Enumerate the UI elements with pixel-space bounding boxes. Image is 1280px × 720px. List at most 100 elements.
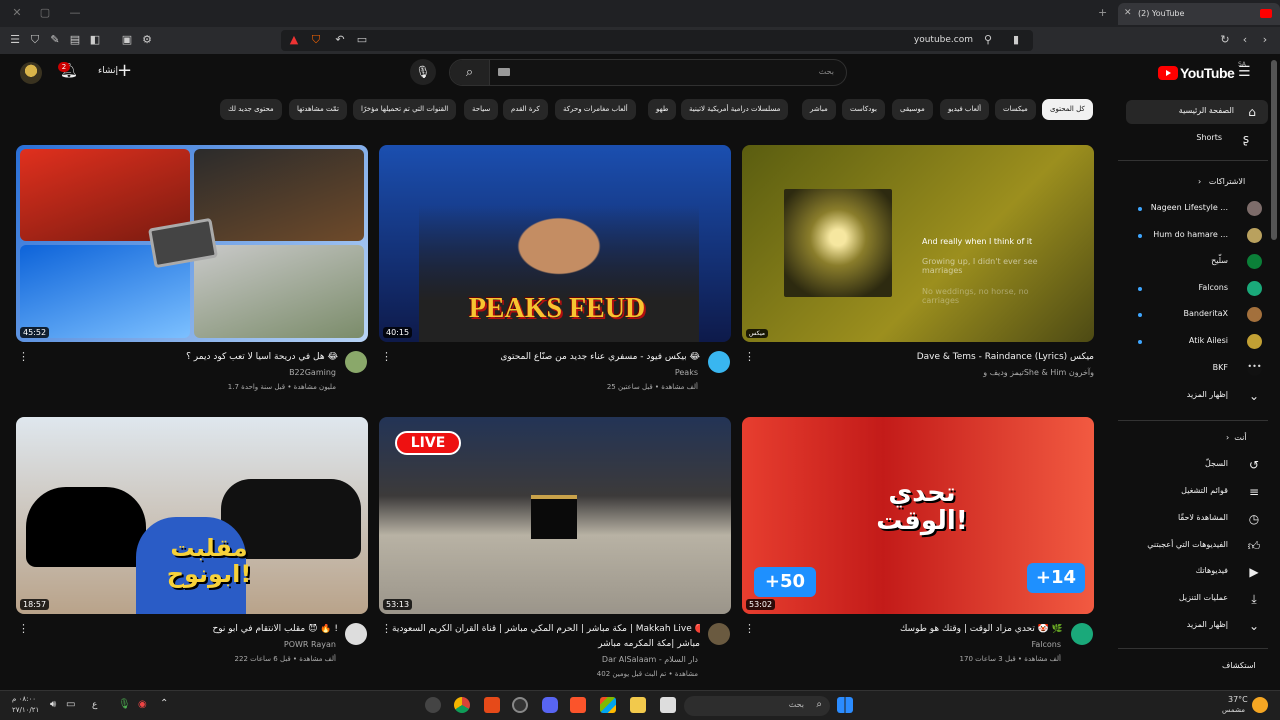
channel-name[interactable]: Peaks — [392, 368, 698, 377]
puzzle-icon[interactable]: ⚙ — [140, 33, 154, 47]
search-button[interactable]: ⌕ — [450, 60, 490, 85]
brave-shield-icon[interactable]: ⛉ — [309, 33, 323, 47]
windows-start-icon[interactable] — [837, 697, 853, 713]
video-title[interactable]: Dave & Tems - Raindance (Lyrics) ميكس — [760, 352, 1094, 362]
weather-desc[interactable]: مشمس — [1222, 706, 1245, 714]
back-icon[interactable]: ‹ — [1238, 33, 1252, 47]
sidebar-item-subscription[interactable]: BKF ••• — [1126, 357, 1268, 381]
cast-icon[interactable]: ▭ — [355, 33, 369, 47]
more-actions-icon[interactable]: ⋮ — [381, 350, 392, 363]
chip-live[interactable]: مباشر — [802, 99, 836, 120]
guide-menu-icon[interactable]: ☰ — [1238, 64, 1251, 80]
video-title[interactable]: مقلب الانتقام في ابو نوح 😈 🔥 ! — [30, 624, 338, 634]
taskbar-search[interactable]: بحث ⌕ — [684, 696, 830, 716]
sidebar-item-history[interactable]: السجلّ ↺ — [1126, 453, 1268, 477]
chip-travel[interactable]: سياحة — [464, 99, 499, 120]
chip-all[interactable]: كل المحتوى — [1042, 99, 1093, 120]
brave-rewards-icon[interactable]: ▲ — [287, 33, 301, 47]
browser-tab[interactable]: ✕ (2) YouTube — [1118, 3, 1280, 25]
clock-date[interactable]: ٢٧/١٠/٢١ — [12, 706, 39, 714]
tabs-icon[interactable]: ▤ — [68, 33, 82, 47]
address-bar[interactable]: ▲ ⛉ ↶ ▭ youtube.com ⚲ — [281, 30, 1033, 51]
site-settings-icon[interactable]: ⚲ — [981, 33, 995, 47]
chip-mixes[interactable]: ميكسات — [995, 99, 1036, 120]
sidebar-item-your-videos[interactable]: فيديوهاتك ▶ — [1126, 560, 1268, 584]
weather-temp[interactable]: 37°C — [1228, 695, 1248, 704]
sidebar-item-subscription[interactable]: سلّيح — [1126, 250, 1268, 274]
sidebar-item-home[interactable]: الصفحة الرئيسية ⌂ — [1126, 100, 1268, 124]
app-icon[interactable] — [512, 697, 528, 713]
mic-tray-icon[interactable]: 🎙︎ — [118, 699, 131, 710]
sidebar-item-subscription[interactable]: Falcons — [1126, 277, 1268, 301]
volume-icon[interactable]: 🔊︎ — [50, 699, 56, 710]
chip-recently-uploaded[interactable]: القنوات التي تم تحميلها مؤخرًا — [353, 99, 457, 120]
chip-gaming[interactable]: ألعاب فيديو — [940, 99, 990, 120]
chip-football[interactable]: كرة القدم — [503, 99, 548, 120]
video-thumbnail[interactable]: مقلبت ابونوح! 18:57 — [16, 417, 368, 614]
scrollbar[interactable] — [1271, 60, 1277, 240]
forward-icon[interactable]: › — [1258, 33, 1272, 47]
restore-window-icon[interactable]: ▢ — [38, 6, 52, 20]
chrome-app-icon[interactable] — [454, 697, 470, 713]
sidebar-item-watch-later[interactable]: المشاهدة لاحقًا ◷ — [1126, 507, 1268, 531]
menu-icon[interactable]: ☰ — [8, 33, 22, 47]
clock-time[interactable]: ٠٨:٠٠ م — [12, 695, 36, 703]
channel-avatar[interactable] — [708, 623, 730, 645]
chip-action-adventure[interactable]: ألعاب مغامرات وحركة — [555, 99, 636, 120]
voice-search-mic-icon[interactable]: 🎙︎ — [410, 59, 436, 85]
sidebar-show-more-you[interactable]: إظهار المزيد ⌄ — [1126, 614, 1268, 638]
sidebar-show-more[interactable]: إظهار المزيد ⌄ — [1126, 384, 1268, 408]
sidebar-item-subscription[interactable]: BanderitaX — [1126, 303, 1268, 327]
account-avatar[interactable] — [20, 62, 42, 84]
video-thumbnail[interactable]: 45:52 — [16, 145, 368, 342]
sidebar-item-subscription[interactable]: Nageen Lifestyle ... — [1126, 197, 1268, 221]
bookmark-icon[interactable]: ▮ — [1009, 33, 1023, 47]
app-icon[interactable] — [484, 697, 500, 713]
sidebar-icon[interactable]: ◧ — [88, 33, 102, 47]
extension-icon[interactable]: ✎ — [48, 33, 62, 47]
channel-name[interactable]: تيمز وديف وShe & Him وآخرون — [760, 368, 1094, 377]
channel-name[interactable]: Falcons — [755, 640, 1061, 649]
store-app-icon[interactable] — [600, 697, 616, 713]
chevron-up-icon[interactable]: ⌃ — [160, 698, 168, 709]
brave-app-icon[interactable] — [570, 697, 586, 713]
channel-avatar[interactable] — [345, 351, 367, 373]
create-label[interactable]: إنشاء — [98, 66, 118, 76]
video-title[interactable]: هل في دريحة اسيا لا تعب كود ديمر ؟ 😂 — [30, 352, 338, 362]
sidebar-item-downloads[interactable]: عمليات التنزيل ⤓ — [1126, 587, 1268, 611]
chip-music[interactable]: موسيقى — [892, 99, 933, 120]
more-actions-icon[interactable]: ⋮ — [18, 622, 29, 635]
sidebar-item-liked[interactable]: الفيديوهات التي أعجبتني 👍︎ — [1126, 534, 1268, 558]
video-title[interactable]: مكة مباشر | الحرم المكي مباشر | قناة الق… — [392, 624, 700, 634]
video-title-line2[interactable]: مباشر |مكة المكرمه مباشر — [392, 639, 700, 649]
more-actions-icon[interactable]: ⋮ — [381, 622, 392, 635]
video-title[interactable]: تحدي مزاد الوقت | وقتك هو طوسك 🤡 🌿 — [755, 624, 1063, 634]
more-actions-icon[interactable]: ⋮ — [18, 350, 29, 363]
chip-watched[interactable]: تمّت مشاهدتها — [289, 99, 347, 120]
network-icon[interactable]: ▭ — [66, 699, 75, 710]
sidebar-item-playlists[interactable]: قوائم التشغيل ≡ — [1126, 480, 1268, 504]
channel-avatar[interactable] — [708, 351, 730, 373]
channel-name[interactable]: B22Gaming — [30, 368, 336, 377]
channel-avatar[interactable] — [345, 623, 367, 645]
new-tab-icon[interactable]: + — [1098, 6, 1107, 19]
chip-cooking[interactable]: طهو — [648, 99, 677, 120]
video-thumbnail[interactable]: LIVE 53:13 — [379, 417, 731, 614]
sidebar-item-subscription[interactable]: Hum do hamare ... — [1126, 224, 1268, 248]
reload-icon[interactable]: ↻ — [1218, 33, 1232, 47]
keyboard-icon[interactable] — [498, 68, 510, 76]
sun-icon[interactable] — [1252, 697, 1268, 713]
channel-name[interactable]: POWR Rayan — [30, 640, 336, 649]
search-input[interactable]: بحث — [819, 67, 834, 76]
steam-app-icon[interactable] — [425, 697, 441, 713]
subscriptions-heading[interactable]: › الاشتراكات — [1198, 177, 1245, 186]
video-thumbnail[interactable]: تحدي الوقت! +50 +14 53:02 — [742, 417, 1094, 614]
screenshot-icon[interactable]: ▣ — [120, 33, 134, 47]
minimize-window-icon[interactable]: — — [68, 6, 82, 20]
tab-close-icon[interactable]: ✕ — [1124, 8, 1132, 18]
back-arrow-icon[interactable]: ↶ — [333, 33, 347, 47]
input-language[interactable]: ع — [92, 700, 97, 710]
create-plus-icon[interactable]: + — [117, 60, 132, 81]
video-title[interactable]: بيكس فيود - مسفري عناء جديد من صنّاع الم… — [392, 352, 700, 362]
chip-new-to-you[interactable]: محتوى جديد لك — [220, 99, 282, 120]
